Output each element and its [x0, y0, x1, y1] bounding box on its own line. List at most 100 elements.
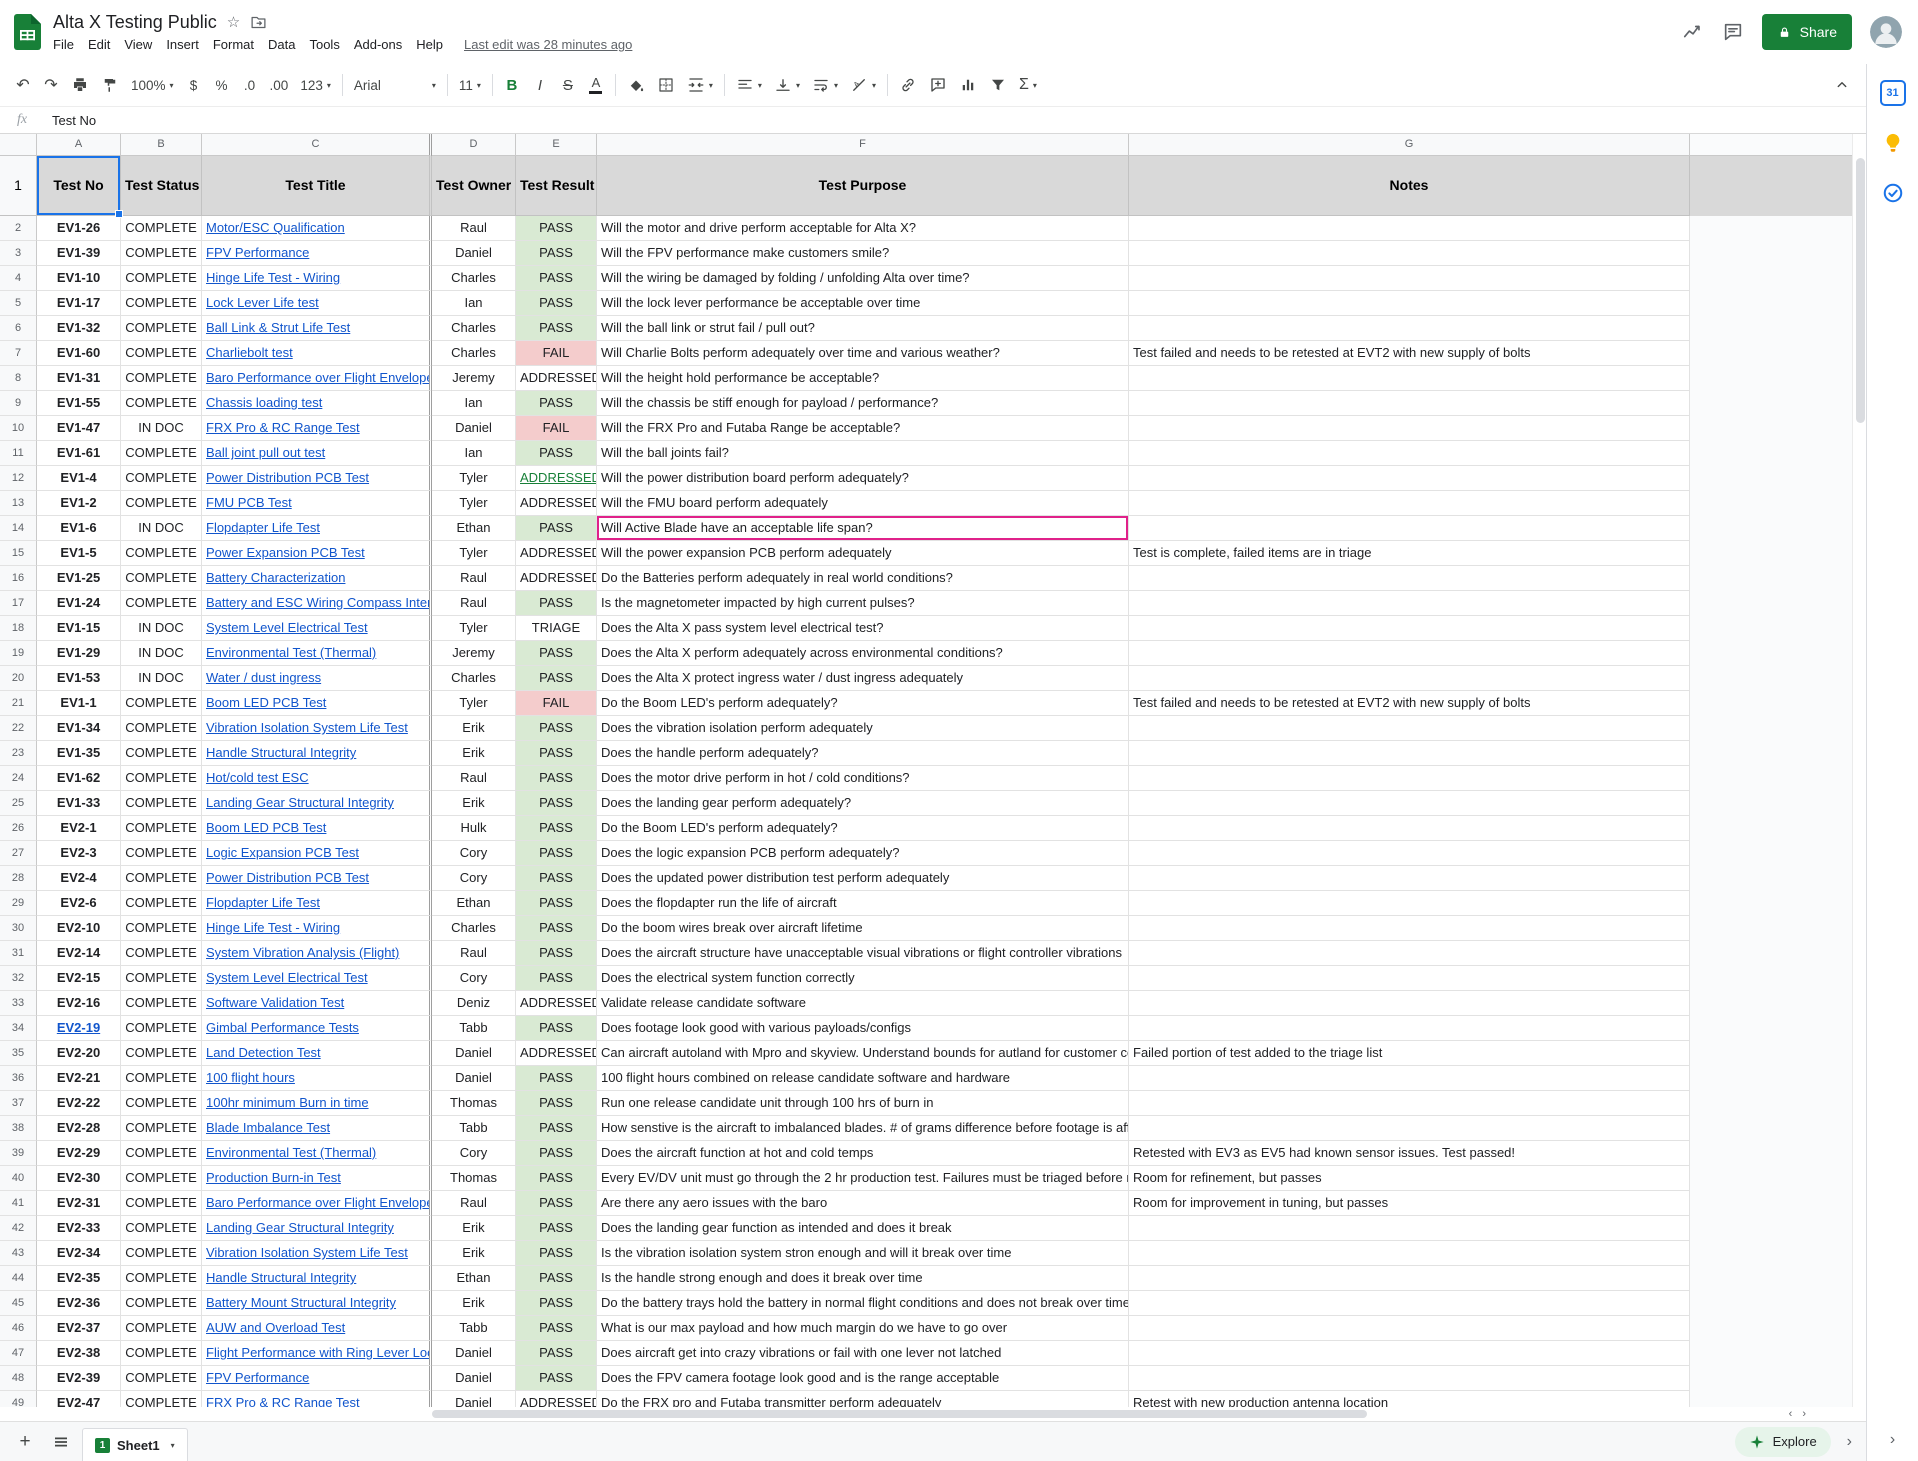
- cell-test-result[interactable]: PASS: [516, 741, 597, 766]
- cell-test-owner[interactable]: Charles: [432, 916, 516, 941]
- cell-test-status[interactable]: COMPLETE: [121, 1191, 202, 1216]
- cell-test-title[interactable]: FRX Pro & RC Range Test: [202, 1391, 432, 1407]
- filter-button[interactable]: [984, 71, 1012, 99]
- cell-test-owner[interactable]: Ethan: [432, 1266, 516, 1291]
- menu-help[interactable]: Help: [409, 35, 450, 54]
- column-title-cell[interactable]: Test Result: [516, 156, 597, 216]
- test-title-link[interactable]: FPV Performance: [206, 245, 309, 260]
- cell-test-owner[interactable]: Tyler: [432, 491, 516, 516]
- cell-notes[interactable]: Room for refinement, but passes: [1129, 1166, 1690, 1191]
- cell-notes[interactable]: Test failed and needs to be retested at …: [1129, 341, 1690, 366]
- horizontal-align-button[interactable]: ▾: [731, 71, 767, 99]
- cell-test-status[interactable]: COMPLETE: [121, 1391, 202, 1407]
- row-number[interactable]: 44: [0, 1266, 37, 1291]
- test-title-link[interactable]: Battery Mount Structural Integrity: [206, 1295, 396, 1310]
- cell-test-no[interactable]: EV1-17: [37, 291, 121, 316]
- cell-test-purpose[interactable]: How senstive is the aircraft to imbalanc…: [597, 1116, 1129, 1141]
- menu-insert[interactable]: Insert: [159, 35, 206, 54]
- test-title-link[interactable]: Ball Link & Strut Life Test: [206, 320, 350, 335]
- cell-notes[interactable]: [1129, 291, 1690, 316]
- row-number[interactable]: 38: [0, 1116, 37, 1141]
- cell-test-title[interactable]: Baro Performance over Flight Envelope: [202, 1191, 432, 1216]
- cell-test-title[interactable]: Battery Mount Structural Integrity: [202, 1291, 432, 1316]
- row-number[interactable]: 48: [0, 1366, 37, 1391]
- cell-test-no[interactable]: EV2-10: [37, 916, 121, 941]
- test-title-link[interactable]: Boom LED PCB Test: [206, 820, 326, 835]
- cell-test-no[interactable]: EV2-37: [37, 1316, 121, 1341]
- row-number[interactable]: 32: [0, 966, 37, 991]
- row-number[interactable]: 45: [0, 1291, 37, 1316]
- cell-test-result[interactable]: ADDRESSED: [516, 491, 597, 516]
- cell-test-status[interactable]: COMPLETE: [121, 441, 202, 466]
- test-title-link[interactable]: AUW and Overload Test: [206, 1320, 345, 1335]
- cell-test-purpose[interactable]: Do the Boom LED's perform adequately?: [597, 691, 1129, 716]
- cell-test-title[interactable]: 100 flight hours: [202, 1066, 432, 1091]
- cell-test-status[interactable]: COMPLETE: [121, 1216, 202, 1241]
- cell-notes[interactable]: Failed portion of test added to the tria…: [1129, 1041, 1690, 1066]
- cell-notes[interactable]: [1129, 391, 1690, 416]
- cell-test-status[interactable]: COMPLETE: [121, 941, 202, 966]
- cell-test-result[interactable]: PASS: [516, 641, 597, 666]
- cell-test-no[interactable]: EV1-33: [37, 791, 121, 816]
- test-title-link[interactable]: Flight Performance with Ring Lever Loose: [206, 1345, 432, 1360]
- cell-notes[interactable]: Test failed and needs to be retested at …: [1129, 691, 1690, 716]
- cell-test-no[interactable]: EV2-36: [37, 1291, 121, 1316]
- cell-test-result[interactable]: PASS: [516, 1291, 597, 1316]
- cell-test-status[interactable]: COMPLETE: [121, 1116, 202, 1141]
- row-number[interactable]: 46: [0, 1316, 37, 1341]
- cell-notes[interactable]: [1129, 1341, 1690, 1366]
- cell-test-title[interactable]: Gimbal Performance Tests: [202, 1016, 432, 1041]
- select-all-corner[interactable]: [0, 134, 37, 156]
- cell-test-result[interactable]: TRIAGE: [516, 616, 597, 641]
- fill-color-button[interactable]: [622, 71, 650, 99]
- cell-test-title[interactable]: Production Burn-in Test: [202, 1166, 432, 1191]
- cell-test-owner[interactable]: Tabb: [432, 1116, 516, 1141]
- cell-test-purpose[interactable]: Is the vibration isolation system stron …: [597, 1241, 1129, 1266]
- cell-test-title[interactable]: 100hr minimum Burn in time: [202, 1091, 432, 1116]
- cell-test-status[interactable]: COMPLETE: [121, 341, 202, 366]
- row-number[interactable]: 20: [0, 666, 37, 691]
- test-title-link[interactable]: FMU PCB Test: [206, 495, 292, 510]
- test-title-link[interactable]: Vibration Isolation System Life Test: [206, 720, 408, 735]
- cell-test-status[interactable]: COMPLETE: [121, 1066, 202, 1091]
- zoom-select[interactable]: 100% ▾: [126, 71, 179, 99]
- cell-test-purpose[interactable]: Validate release candidate software: [597, 991, 1129, 1016]
- cell-test-owner[interactable]: Raul: [432, 591, 516, 616]
- cell-test-status[interactable]: COMPLETE: [121, 291, 202, 316]
- cell-test-status[interactable]: COMPLETE: [121, 241, 202, 266]
- cell-test-status[interactable]: COMPLETE: [121, 1141, 202, 1166]
- cell-test-status[interactable]: COMPLETE: [121, 216, 202, 241]
- avatar[interactable]: [1870, 16, 1902, 48]
- text-rotation-button[interactable]: A ▾: [845, 71, 881, 99]
- column-header-c[interactable]: C: [202, 134, 432, 156]
- cell-test-title[interactable]: FRX Pro & RC Range Test: [202, 416, 432, 441]
- cell-test-no[interactable]: EV1-61: [37, 441, 121, 466]
- cell-test-status[interactable]: COMPLETE: [121, 1341, 202, 1366]
- cell-test-result[interactable]: PASS: [516, 766, 597, 791]
- cell-test-purpose[interactable]: Does the flopdapter run the life of airc…: [597, 891, 1129, 916]
- test-title-link[interactable]: Logic Expansion PCB Test: [206, 845, 359, 860]
- test-title-link[interactable]: Vibration Isolation System Life Test: [206, 1245, 408, 1260]
- cell-test-title[interactable]: Lock Lever Life test: [202, 291, 432, 316]
- cell-test-result[interactable]: PASS: [516, 1341, 597, 1366]
- activity-icon[interactable]: [1682, 21, 1704, 43]
- bold-button[interactable]: B: [499, 71, 525, 99]
- cell-test-title[interactable]: Landing Gear Structural Integrity: [202, 791, 432, 816]
- test-title-link[interactable]: Ball joint pull out test: [206, 445, 325, 460]
- cell-test-status[interactable]: COMPLETE: [121, 816, 202, 841]
- cell-test-status[interactable]: IN DOC: [121, 616, 202, 641]
- cell-test-owner[interactable]: Raul: [432, 941, 516, 966]
- column-header-b[interactable]: B: [121, 134, 202, 156]
- cell-test-title[interactable]: Hinge Life Test - Wiring: [202, 916, 432, 941]
- test-title-link[interactable]: 100 flight hours: [206, 1070, 295, 1085]
- test-title-link[interactable]: Baro Performance over Flight Envelope: [206, 370, 432, 385]
- test-title-link[interactable]: Production Burn-in Test: [206, 1170, 341, 1185]
- cell-notes[interactable]: [1129, 866, 1690, 891]
- cell-test-no[interactable]: EV1-35: [37, 741, 121, 766]
- row-number[interactable]: 24: [0, 766, 37, 791]
- cell-test-status[interactable]: COMPLETE: [121, 1266, 202, 1291]
- cell-test-purpose[interactable]: Will the ball joints fail?: [597, 441, 1129, 466]
- test-title-link[interactable]: Handle Structural Integrity: [206, 1270, 356, 1285]
- cell-notes[interactable]: [1129, 491, 1690, 516]
- row-number[interactable]: 34: [0, 1016, 37, 1041]
